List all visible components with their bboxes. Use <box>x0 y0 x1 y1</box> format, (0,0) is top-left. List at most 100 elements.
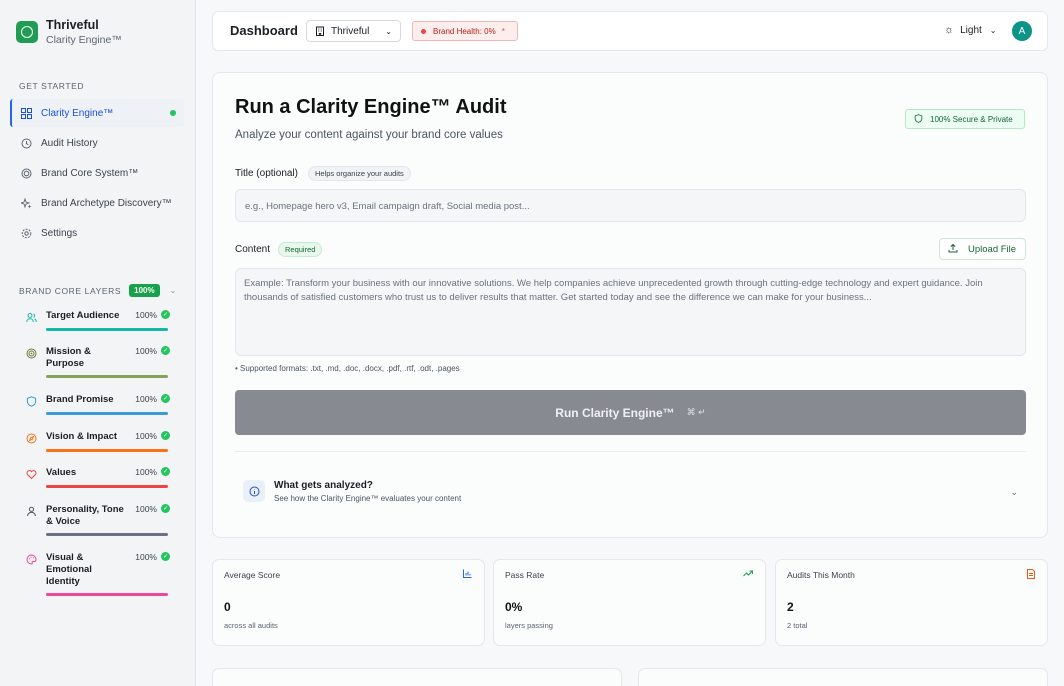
audit-title: Run a Clarity Engine™ Audit <box>235 96 507 118</box>
chevron-down-icon: ⌄ <box>1010 487 1018 497</box>
title-hint: Helps organize your audits <box>308 166 411 181</box>
stat-subtitle: layers passing <box>505 621 553 630</box>
check-icon: ✓ <box>161 394 170 403</box>
document-icon <box>1027 569 1035 581</box>
workspace-name: Thriveful <box>331 25 370 37</box>
layer-progress-bar <box>46 593 168 596</box>
what-gets-analyzed-title: What gets analyzed? <box>274 480 373 491</box>
sparkles-icon <box>20 197 32 209</box>
supported-formats: • Supported formats: .txt, .md, .doc, .d… <box>235 364 460 373</box>
avatar[interactable]: A <box>1012 21 1032 41</box>
brand-core-layers-header[interactable]: BRAND CORE LAYERS 100% ⌄ <box>19 284 179 297</box>
title-input[interactable]: e.g., Homepage hero v3, Email campaign d… <box>235 189 1026 222</box>
check-icon: ✓ <box>161 504 170 513</box>
what-gets-analyzed-accordion[interactable]: What gets analyzed? See how the Clarity … <box>243 477 1026 507</box>
layer-name: Mission & Purpose <box>46 346 91 369</box>
page-title: Dashboard <box>230 23 298 38</box>
chevron-down-icon[interactable]: ⌄ <box>170 286 177 295</box>
layer-percent: 100% <box>135 346 157 356</box>
sidebar-item-label: Settings <box>41 227 78 239</box>
layer-brand-promise[interactable]: Brand Promise 100% ✓ <box>25 394 170 415</box>
sidebar-item-clarity-engine[interactable]: Clarity Engine™ <box>10 99 184 127</box>
stat-card-audits-this-month: Audits This Month 2 2 total <box>775 559 1048 646</box>
chevron-down-icon: ⌄ <box>989 25 997 35</box>
layer-progress-bar <box>46 533 168 536</box>
sidebar-item-audit-history[interactable]: Audit History <box>10 129 184 157</box>
title-label: Title (optional) <box>235 168 298 179</box>
gear-icon <box>20 227 32 239</box>
target-icon <box>20 167 32 179</box>
content-textarea[interactable]: Example: Transform your business with ou… <box>235 268 1026 356</box>
active-indicator <box>170 110 176 116</box>
stat-title: Pass Rate <box>505 570 545 580</box>
check-icon: ✓ <box>161 310 170 319</box>
layer-target-audience[interactable]: Target Audience 100% ✓ <box>25 310 170 331</box>
brand-health-mark: * <box>501 26 505 36</box>
theme-label: Light <box>960 24 982 36</box>
stat-value: 0 <box>224 600 231 614</box>
layer-mission-purpose[interactable]: Mission & Purpose 100% ✓ <box>25 346 170 378</box>
top-bar: Dashboard Thriveful ⌄ Brand Health: 0% *… <box>212 11 1048 51</box>
audit-subtitle: Analyze your content against your brand … <box>235 129 503 141</box>
layer-progress-bar <box>46 449 168 452</box>
layer-percent: 100% <box>135 552 157 562</box>
stat-title: Average Score <box>224 570 281 580</box>
get-started-label: GET STARTED <box>19 81 85 91</box>
layer-percent: 100% <box>135 431 157 441</box>
content-label: Content <box>235 244 271 255</box>
check-icon: ✓ <box>161 431 170 440</box>
sidebar-item-label: Clarity Engine™ <box>41 107 114 119</box>
layer-vision-impact[interactable]: Vision & Impact 100% ✓ <box>25 431 170 452</box>
layer-progress-bar <box>46 485 168 488</box>
brand-subtitle: Clarity Engine™ <box>46 34 122 46</box>
audit-card: Run a Clarity Engine™ Audit Analyze your… <box>212 72 1048 538</box>
brand-health-badge[interactable]: Brand Health: 0% * <box>412 21 518 41</box>
layer-name: Values <box>46 467 77 478</box>
layer-visual-emotional-identity[interactable]: Visual & Emotional Identity 100% ✓ <box>25 552 170 596</box>
stat-title: Audits This Month <box>787 570 855 580</box>
brand-logo-icon <box>16 21 38 43</box>
layer-percent: 100% <box>135 504 157 514</box>
chevron-down-icon: ⌄ <box>385 26 392 36</box>
upload-file-label: Upload File <box>968 243 1017 255</box>
status-dot-icon <box>421 28 426 34</box>
check-icon: ✓ <box>161 552 170 561</box>
compass-icon <box>25 432 37 444</box>
sidebar-item-brand-core-system[interactable]: Brand Core System™ <box>10 159 184 187</box>
bottom-card-right <box>638 668 1048 686</box>
run-button-label: Run Clarity Engine™ <box>555 405 675 420</box>
layer-values[interactable]: Values 100% ✓ <box>25 467 170 488</box>
palette-icon <box>25 553 37 565</box>
sidebar: Thriveful Clarity Engine™ GET STARTED Cl… <box>0 0 196 686</box>
layer-progress-bar <box>46 375 168 378</box>
sun-icon: ☼ <box>944 24 955 36</box>
chart-icon <box>463 569 472 580</box>
theme-toggle[interactable]: ☼ Light ⌄ <box>944 24 996 36</box>
sidebar-item-settings[interactable]: Settings <box>10 219 184 247</box>
stat-card-average-score: Average Score 0 across all audits <box>212 559 485 646</box>
info-icon <box>243 480 265 502</box>
layer-personality-tone-voice[interactable]: Personality, Tone & Voice 100% ✓ <box>25 504 170 536</box>
run-clarity-engine-button[interactable]: Run Clarity Engine™ ⌘ ↵ <box>235 390 1026 435</box>
brand-health-text: Brand Health: 0% <box>433 26 496 36</box>
required-badge: Required <box>278 242 323 257</box>
sidebar-item-brand-archetype[interactable]: Brand Archetype Discovery™ <box>10 189 184 217</box>
stat-value: 2 <box>787 600 794 614</box>
upload-file-button[interactable]: Upload File <box>939 238 1026 260</box>
layer-progress-bar <box>46 328 168 331</box>
brand[interactable]: Thriveful Clarity Engine™ <box>16 18 122 48</box>
layer-percent: 100% <box>135 310 157 320</box>
layers-label: BRAND CORE LAYERS <box>19 285 122 296</box>
keyboard-shortcut: ⌘ ↵ <box>686 407 706 417</box>
history-icon <box>20 137 32 149</box>
users-icon <box>25 311 37 323</box>
heart-icon <box>25 468 37 480</box>
layer-name: Target Audience <box>46 310 120 321</box>
layer-name: Visual & Emotional Identity <box>46 552 92 587</box>
layer-percent: 100% <box>135 467 157 477</box>
sidebar-item-label: Brand Archetype Discovery™ <box>41 197 172 209</box>
workspace-select[interactable]: Thriveful ⌄ <box>306 20 401 42</box>
sidebar-item-label: Audit History <box>41 137 98 149</box>
layer-progress-bar <box>46 412 168 415</box>
shield-icon <box>914 113 923 125</box>
